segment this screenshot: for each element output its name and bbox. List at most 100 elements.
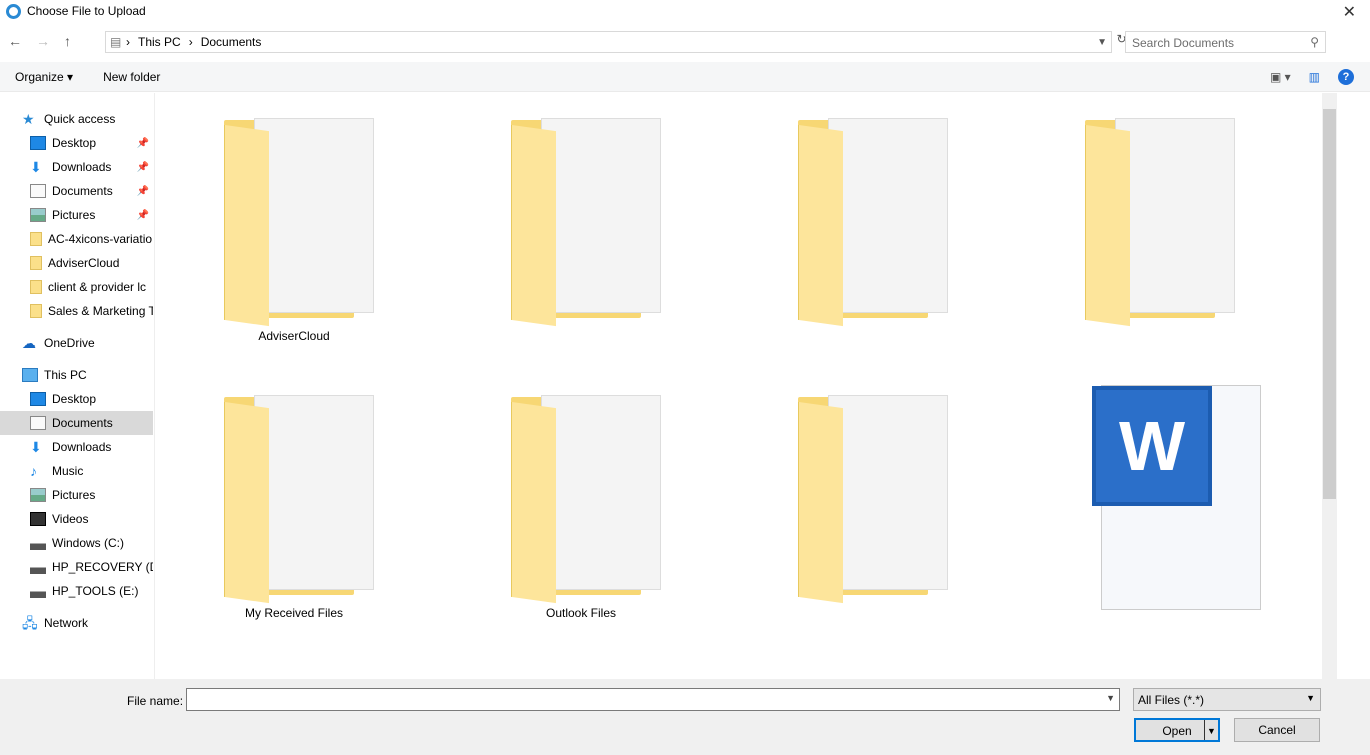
folder-icon (30, 280, 42, 294)
pin-icon[interactable]: 📌 (137, 138, 149, 149)
toolbar: Organize ▾ New folder ▣ ▾ ▥ ? (0, 62, 1370, 92)
document-icon (30, 416, 46, 430)
drive-icon (30, 584, 46, 598)
sidebar-item[interactable]: client & provider lc (0, 275, 153, 299)
new-folder-button[interactable]: New folder (103, 70, 160, 84)
chevron-down-icon[interactable]: ▼ (1097, 37, 1107, 48)
sidebar-item[interactable]: AC-4xicons-variatio (0, 227, 153, 251)
pc-icon: ▤ (110, 35, 122, 49)
pin-icon[interactable]: 📌 (137, 186, 149, 197)
network-icon: 🖧 (22, 615, 38, 631)
file-type-select[interactable]: All Files (*.*) ▼ (1133, 688, 1321, 711)
preview-pane-icon[interactable]: ▥ (1309, 70, 1320, 84)
vertical-scrollbar[interactable] (1322, 93, 1337, 679)
file-item[interactable] (768, 93, 968, 363)
sidebar-item[interactable]: HP_TOOLS (E:) (0, 579, 153, 603)
file-item[interactable]: W (1055, 370, 1261, 640)
music-icon: ♪ (30, 463, 37, 479)
sidebar-item-label: Downloads (52, 440, 112, 454)
file-list: AdviserCloud My Received Files Outlook Fil… (156, 93, 1322, 679)
open-button[interactable]: Open ▼ (1134, 718, 1220, 742)
ie-icon (6, 3, 21, 19)
help-icon[interactable]: ? (1338, 68, 1354, 85)
sidebar-item-label: This PC (44, 368, 87, 382)
sidebar-item-label: client & provider lc (48, 280, 147, 294)
folder-icon (30, 232, 42, 246)
file-name-input[interactable]: ▼ (186, 688, 1120, 711)
sidebar-item[interactable]: ⬇ Downloads 📌 (0, 155, 153, 179)
star-icon: ★ (22, 111, 35, 127)
address-bar[interactable]: ▤ › This PC › Documents ▼ ↻ (105, 31, 1127, 53)
download-icon: ⬇ (30, 439, 42, 455)
window-title: Choose File to Upload (27, 4, 146, 18)
sidebar-item-label: Quick access (44, 112, 116, 126)
document-icon (30, 184, 46, 198)
file-item[interactable]: AdviserCloud (194, 93, 394, 363)
up-icon[interactable]: ↑ (64, 33, 71, 49)
sidebar-item[interactable]: Documents 📌 (0, 179, 153, 203)
close-button[interactable]: ✕ (1343, 2, 1356, 22)
pin-icon[interactable]: 📌 (137, 162, 149, 173)
computer-icon (22, 368, 38, 382)
file-name-label: File name: (127, 694, 184, 708)
search-input[interactable]: Search Documents ⚲ (1125, 31, 1326, 53)
cancel-button[interactable]: Cancel (1234, 718, 1320, 742)
sidebar-item[interactable]: ★ Quick access (0, 107, 153, 131)
file-label: Outlook Files (545, 606, 617, 620)
sidebar-item[interactable]: Windows (C:) (0, 531, 153, 555)
view-options-icon[interactable]: ▣ ▾ (1270, 70, 1291, 84)
sidebar-item[interactable]: AdviserCloud (0, 251, 153, 275)
sidebar-item[interactable]: ☁ OneDrive (0, 331, 153, 355)
file-item[interactable] (481, 93, 681, 363)
sidebar-item[interactable]: Documents (0, 411, 153, 435)
sidebar-item[interactable]: ⬇ Downloads (0, 435, 153, 459)
file-item[interactable] (768, 370, 968, 640)
chevron-down-icon[interactable]: ▼ (1106, 693, 1115, 703)
chevron-down-icon: ▼ (1306, 693, 1315, 703)
breadcrumb-this-pc[interactable]: This PC (138, 35, 181, 49)
sidebar-item-label: Desktop (52, 392, 97, 406)
sidebar-item-label: Documents (52, 416, 113, 430)
sidebar-item[interactable]: This PC (0, 363, 153, 387)
back-icon[interactable]: ← (8, 33, 22, 49)
file-item[interactable]: My Received Files (194, 370, 394, 640)
sidebar-item-label: AdviserCloud (48, 256, 120, 270)
sidebar-item[interactable]: ♪ Music (0, 459, 153, 483)
file-item[interactable]: Outlook Files (481, 370, 681, 640)
drive-icon (30, 560, 46, 574)
navigation-pane: ★ Quick access Desktop 📌 ⬇ Downloads 📌 Document… (0, 93, 155, 679)
sidebar-item[interactable]: HP_RECOVERY (D:) (0, 555, 153, 579)
sidebar-item-label: Pictures (52, 488, 96, 502)
sidebar-item-label: Desktop (52, 136, 97, 150)
sidebar-item-label: Downloads (52, 160, 112, 174)
sidebar-item[interactable]: Pictures (0, 483, 153, 507)
pictures-icon (30, 208, 46, 222)
breadcrumb-documents[interactable]: Documents (201, 35, 262, 49)
sidebar-item[interactable]: Sales & Marketing T (0, 299, 153, 323)
sidebar-item-label: HP_RECOVERY (D:) (52, 560, 153, 574)
organize-button[interactable]: Organize ▾ (15, 70, 73, 84)
pictures-icon (30, 488, 46, 502)
sidebar-item[interactable]: 🖧 Network (0, 611, 153, 635)
title-bar: Choose File to Upload (0, 0, 1370, 22)
sidebar-item[interactable]: Pictures 📌 (0, 203, 153, 227)
sidebar-item-label: Documents (52, 184, 113, 198)
sidebar-item-label: Videos (52, 512, 89, 526)
desktop-icon (30, 392, 46, 406)
bottom-bar: File name: ▼ All Files (*.*) ▼ Open ▼ Canc… (0, 679, 1370, 755)
sidebar-item[interactable]: Desktop (0, 387, 153, 411)
folder-icon (30, 256, 42, 270)
sidebar-item[interactable]: Desktop 📌 (0, 131, 153, 155)
forward-icon[interactable]: → (36, 33, 50, 49)
folder-icon (30, 304, 42, 318)
sidebar-item-label: Pictures (52, 208, 96, 222)
sidebar-item-label: Music (52, 464, 84, 478)
pin-icon[interactable]: 📌 (137, 210, 149, 221)
desktop-icon (30, 136, 46, 150)
file-item[interactable] (1055, 93, 1255, 363)
sidebar-item-label: HP_TOOLS (E:) (52, 584, 139, 598)
open-dropdown-icon[interactable]: ▼ (1204, 720, 1218, 740)
sidebar-item[interactable]: Videos (0, 507, 153, 531)
word-document-icon: W (1092, 385, 1261, 610)
file-label: My Received Files (244, 606, 344, 620)
